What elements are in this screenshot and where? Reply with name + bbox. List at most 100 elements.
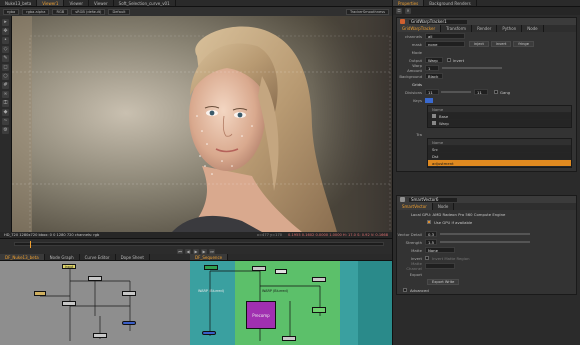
tab-background-renders[interactable]: Background Renders <box>424 0 477 6</box>
node-name-field[interactable]: GridWarpTracker1 <box>408 18 468 25</box>
lock-icon[interactable]: ⚿ <box>396 8 402 14</box>
node-graph-node-3[interactable] <box>122 291 136 296</box>
alpha-select[interactable]: rgba.alpha <box>22 8 50 15</box>
strength-field[interactable]: 1.5 <box>425 239 437 245</box>
invert-matte-checkbox[interactable] <box>425 256 429 260</box>
playhead[interactable] <box>29 241 31 248</box>
node-graph-canvas[interactable]: Input <box>0 261 190 345</box>
tab-properties[interactable]: Properties <box>393 0 425 6</box>
erase-tool-icon[interactable]: ◻ <box>2 64 9 71</box>
node-color-icon[interactable] <box>400 197 405 202</box>
node-graph-node-2[interactable] <box>88 276 102 281</box>
timeline-ruler[interactable] <box>14 241 384 248</box>
smartvector-name-field[interactable]: SmartVector6 <box>408 196 458 203</box>
tab-viewer-3[interactable]: Viewer <box>89 0 114 6</box>
node-color-icon[interactable] <box>400 19 405 24</box>
matte-select[interactable]: None <box>425 247 455 253</box>
next-frame-icon[interactable]: ▶ <box>201 248 207 254</box>
background-select[interactable]: Black <box>425 73 443 79</box>
export-write-button[interactable]: Export Write <box>427 279 460 285</box>
invert-checkbox[interactable] <box>447 58 451 62</box>
vector-detail-field[interactable]: 0.3 <box>425 231 437 237</box>
tab-sv-node[interactable]: Node <box>433 203 455 210</box>
gang-checkbox[interactable] <box>494 90 498 94</box>
grid-tool-icon[interactable]: # <box>2 82 9 89</box>
warp-amount-slider[interactable] <box>442 67 502 69</box>
grid-tree-item-base[interactable]: Base <box>428 113 571 120</box>
display-select[interactable]: RGB <box>52 8 69 15</box>
clear-icon[interactable]: ✕ <box>405 8 411 14</box>
seq-node-7[interactable] <box>202 331 216 335</box>
strength-slider[interactable] <box>440 241 530 243</box>
divisions-x-field[interactable]: 11 <box>425 89 439 95</box>
fringe-button[interactable]: fringe <box>513 41 534 47</box>
tab-transform[interactable]: Transform <box>441 25 473 32</box>
seq-node-6[interactable] <box>312 307 326 313</box>
output-select[interactable]: Warp <box>425 57 443 63</box>
tab-node[interactable]: Node <box>522 25 544 32</box>
channel-select[interactable]: rgba <box>3 8 20 15</box>
tab-soft-selection[interactable]: Soft_Selection_curve_v01 <box>114 0 176 6</box>
node-graph-node-6[interactable] <box>93 333 107 338</box>
seq-node-3[interactable] <box>275 269 287 274</box>
warp-amount-field[interactable]: 1 <box>425 65 439 71</box>
node-graph-node-7[interactable] <box>34 291 46 296</box>
seq-node-2[interactable] <box>252 266 266 271</box>
keyframe-tool-icon[interactable]: ◆ <box>2 109 9 116</box>
seq-node-1[interactable] <box>204 265 218 270</box>
point-tool-icon[interactable]: • <box>2 37 9 44</box>
seq-node-8[interactable] <box>282 336 296 341</box>
node-precomp[interactable]: Precomp <box>246 301 276 329</box>
viewer-canvas[interactable] <box>12 16 392 232</box>
tab-node-graph[interactable]: Node Graph <box>45 254 80 260</box>
tab-curve-editor[interactable]: Curve Editor <box>80 254 116 260</box>
tab-df-nuke13[interactable]: DF_Nuke13_beta <box>0 254 45 260</box>
node-input[interactable]: Input <box>62 264 76 269</box>
first-frame-icon[interactable]: ⏮ <box>177 248 183 254</box>
mask-select[interactable]: none <box>425 41 465 47</box>
divisions-x-slider[interactable] <box>441 91 471 93</box>
prev-frame-icon[interactable]: ◀ <box>185 248 191 254</box>
inject-button[interactable]: inject <box>469 41 489 47</box>
grid-tree-item-warp[interactable]: Warp <box>428 120 571 127</box>
select-tool-icon[interactable]: ▸ <box>2 19 9 26</box>
lut-select[interactable]: Default <box>108 8 130 15</box>
timeline[interactable]: ⏮ ◀ ▶ ▶ ⏭ <box>0 238 392 254</box>
settings-tool-icon[interactable]: ⚙ <box>2 127 9 134</box>
tab-viewer-2[interactable]: Viewer <box>64 0 90 6</box>
play-icon[interactable]: ▶ <box>193 248 199 254</box>
smooth-tool-icon[interactable]: ~ <box>2 118 9 125</box>
matte-channel-select[interactable] <box>425 263 455 269</box>
tab-render[interactable]: Render <box>472 25 498 32</box>
channels-select[interactable]: all <box>425 33 465 39</box>
link-tool-icon[interactable]: ∞ <box>2 91 9 98</box>
tab-viewer1[interactable]: Viewer1 <box>37 0 65 6</box>
node-graph-node-4[interactable] <box>62 301 76 306</box>
vector-detail-slider[interactable] <box>440 233 530 235</box>
advanced-toggle[interactable] <box>403 288 407 292</box>
divisions-y-field[interactable]: 11 <box>474 89 488 95</box>
seq-node-5[interactable] <box>312 277 326 282</box>
track-tree-item-src[interactable]: Src <box>428 146 571 153</box>
tab-nuke13-beta[interactable]: Nuke13_beta <box>0 0 38 6</box>
last-frame-icon[interactable]: ⏭ <box>209 248 215 254</box>
circle-tool-icon[interactable]: ○ <box>2 73 9 80</box>
invert-button[interactable]: invert <box>490 41 512 47</box>
sequence-canvas[interactable]: WARP (Blurred) WARP (Blurred) Precomp <box>190 261 392 345</box>
keys-color-icon[interactable] <box>425 97 433 103</box>
lock-tool-icon[interactable]: ⚿ <box>2 100 9 107</box>
use-gpu-checkbox[interactable] <box>427 220 431 224</box>
brush-tool-icon[interactable]: ✎ <box>2 55 9 62</box>
tab-smartvector[interactable]: SmartVector <box>397 203 433 210</box>
transform-tool-icon[interactable]: ✥ <box>2 28 9 35</box>
node-graph-node-5[interactable] <box>122 321 136 325</box>
tab-df-sequence[interactable]: DF_Sequence <box>190 254 229 260</box>
tab-gridwarptracker[interactable]: GridWarpTracker <box>397 25 442 32</box>
track-tree-item-adjustment[interactable]: adjustment <box>428 160 571 167</box>
colorspace-select[interactable]: sRGB (default) <box>71 8 106 15</box>
tab-python[interactable]: Python <box>497 25 523 32</box>
track-tree-item-dst[interactable]: Dst <box>428 153 571 160</box>
bezier-tool-icon[interactable]: ◇ <box>2 46 9 53</box>
tab-dope-sheet[interactable]: Dope Sheet <box>116 254 150 260</box>
tracker-select[interactable]: TrackerSmoothness <box>345 8 389 15</box>
